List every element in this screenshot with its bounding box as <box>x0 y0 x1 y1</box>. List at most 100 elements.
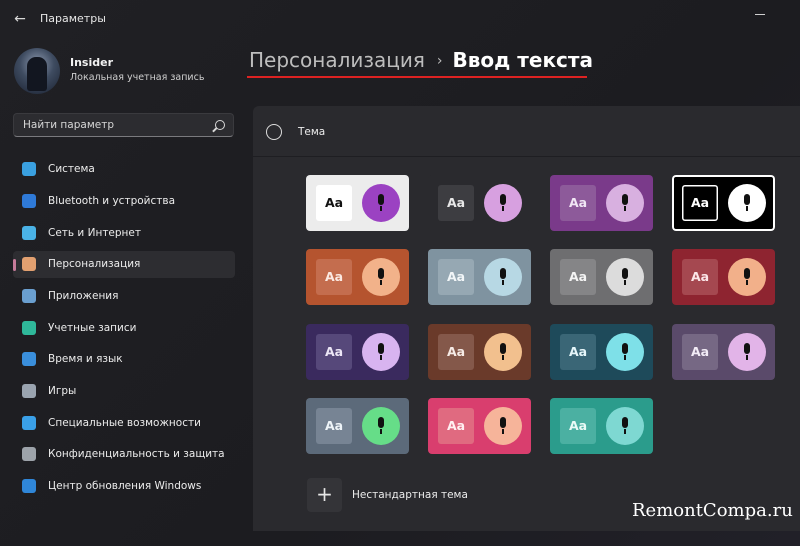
sidebar-item-label: Bluetooth и устройства <box>48 195 175 207</box>
avatar[interactable] <box>14 48 60 94</box>
divider <box>253 156 800 157</box>
accessibility-icon <box>22 416 36 430</box>
section-title: Тема <box>298 126 326 138</box>
theme-preview-text: Aa <box>682 334 718 370</box>
theme-card[interactable]: Aa <box>550 324 653 380</box>
chevron-right-icon: › <box>436 53 443 69</box>
microphone-icon <box>362 258 400 296</box>
custom-theme-label[interactable]: Нестандартная тема <box>352 489 468 501</box>
theme-card[interactable]: Aa <box>306 175 409 231</box>
globe-clock-icon <box>22 352 36 366</box>
update-icon <box>22 479 36 493</box>
theme-card[interactable]: Aa <box>672 175 775 231</box>
gamepad-icon <box>22 384 36 398</box>
sidebar-item-apps[interactable]: Приложения <box>13 283 235 310</box>
theme-card[interactable]: Aa <box>306 324 409 380</box>
theme-preview-text: Aa <box>682 185 718 221</box>
sidebar-item-label: Персонализация <box>48 258 141 270</box>
brush-icon <box>22 257 36 271</box>
theme-preview-text: Aa <box>316 408 352 444</box>
breadcrumb: Персонализация › Ввод текста <box>249 48 593 72</box>
sidebar-item-windows-update[interactable]: Центр обновления Windows <box>13 473 235 500</box>
bluetooth-icon <box>22 194 36 208</box>
microphone-icon <box>606 258 644 296</box>
theme-preview-text: Aa <box>316 334 352 370</box>
sidebar-item-label: Сеть и Интернет <box>48 227 141 239</box>
microphone-icon <box>484 333 522 371</box>
microphone-icon <box>606 333 644 371</box>
shield-icon <box>22 447 36 461</box>
sidebar-item-time-language[interactable]: Время и язык <box>13 346 235 373</box>
microphone-icon <box>606 407 644 445</box>
person-icon <box>22 321 36 335</box>
microphone-icon <box>484 184 522 222</box>
theme-card[interactable]: Aa <box>428 324 531 380</box>
sidebar-item-label: Конфиденциальность и защита <box>48 448 225 460</box>
active-indicator <box>13 259 16 271</box>
theme-card[interactable]: Aa <box>672 249 775 305</box>
sidebar-item-accessibility[interactable]: Специальные возможности <box>13 410 235 437</box>
sidebar-item-label: Учетные записи <box>48 322 137 334</box>
sidebar-item-label: Приложения <box>48 290 119 302</box>
palette-icon <box>266 124 282 140</box>
microphone-icon <box>362 333 400 371</box>
search-placeholder: Найти параметр <box>23 119 114 131</box>
theme-card[interactable]: Aa <box>672 324 775 380</box>
watermark: RemontCompa.ru <box>632 500 793 521</box>
theme-preview-text: Aa <box>316 259 352 295</box>
microphone-icon <box>728 258 766 296</box>
sidebar-item-gaming[interactable]: Игры <box>13 378 235 405</box>
microphone-icon <box>728 184 766 222</box>
theme-preview-text: Aa <box>560 259 596 295</box>
theme-preview-text: Aa <box>438 259 474 295</box>
search-icon[interactable] <box>215 120 225 130</box>
theme-card[interactable]: Aa <box>550 249 653 305</box>
user-account-type: Локальная учетная запись <box>70 72 205 83</box>
theme-card[interactable]: Aa <box>306 249 409 305</box>
breadcrumb-parent[interactable]: Персонализация <box>249 48 425 72</box>
theme-card[interactable]: Aa <box>550 398 653 454</box>
sidebar-item-label: Центр обновления Windows <box>48 480 202 492</box>
title-bar: ← Параметры <box>0 0 800 38</box>
page-title: Ввод текста <box>452 48 593 72</box>
theme-card[interactable]: Aa <box>428 398 531 454</box>
sidebar-item-accounts[interactable]: Учетные записи <box>13 315 235 342</box>
monitor-icon <box>22 162 36 176</box>
theme-preview-text: Aa <box>438 408 474 444</box>
theme-preview-text: Aa <box>438 185 474 221</box>
microphone-icon <box>484 258 522 296</box>
theme-card[interactable]: Aa <box>428 249 531 305</box>
sidebar-item-privacy[interactable]: Конфиденциальность и защита <box>13 441 235 468</box>
theme-preview-text: Aa <box>438 334 474 370</box>
user-name: Insider <box>70 56 114 69</box>
add-custom-theme-button[interactable]: + <box>307 478 342 512</box>
sidebar-item-bluetooth[interactable]: Bluetooth и устройства <box>13 188 235 215</box>
microphone-icon <box>606 184 644 222</box>
app-title: Параметры <box>40 12 106 25</box>
sidebar-item-system[interactable]: Система <box>13 156 235 183</box>
minimize-button[interactable] <box>746 10 774 20</box>
sidebar-item-label: Система <box>48 163 95 175</box>
theme-preview-text: Aa <box>682 259 718 295</box>
microphone-icon <box>728 333 766 371</box>
theme-preview-text: Aa <box>560 185 596 221</box>
back-button[interactable]: ← <box>10 10 30 28</box>
apps-icon <box>22 289 36 303</box>
settings-window: ← Параметры Insider Локальная учетная за… <box>0 0 800 546</box>
sidebar-item-label: Игры <box>48 385 77 397</box>
title-underline <box>247 76 587 78</box>
theme-card[interactable]: Aa <box>550 175 653 231</box>
theme-preview-text: Aa <box>316 185 352 221</box>
theme-card[interactable]: Aa <box>306 398 409 454</box>
sidebar-item-label: Специальные возможности <box>48 417 201 429</box>
theme-card[interactable]: Aa <box>428 175 531 231</box>
sidebar-item-network[interactable]: Сеть и Интернет <box>13 220 235 247</box>
search-input[interactable]: Найти параметр <box>13 113 234 137</box>
microphone-icon <box>362 184 400 222</box>
theme-panel: Тема <box>253 106 800 531</box>
theme-preview-text: Aa <box>560 408 596 444</box>
sidebar-item-personalization[interactable]: Персонализация <box>13 251 235 278</box>
wifi-icon <box>22 226 36 240</box>
theme-preview-text: Aa <box>560 334 596 370</box>
sidebar-item-label: Время и язык <box>48 353 123 365</box>
